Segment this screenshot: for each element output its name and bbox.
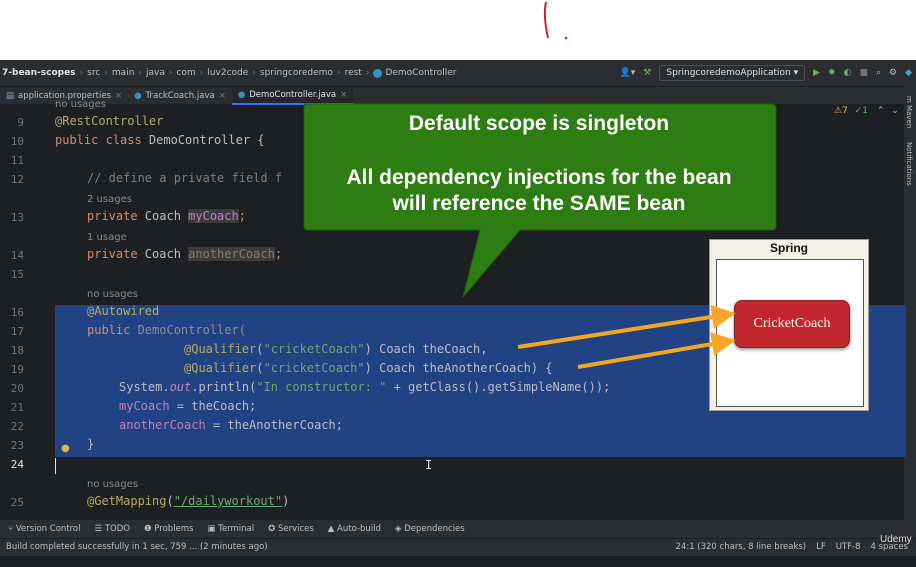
auto-build-tool[interactable]: ▲ Auto-build xyxy=(328,524,381,534)
tool-label: Terminal xyxy=(218,524,255,534)
tool-label: TODO xyxy=(104,524,130,534)
arrow-layer xyxy=(517,304,736,369)
tool-label: Dependencies xyxy=(404,524,465,534)
problems-tool[interactable]: ❶ Problems xyxy=(144,524,194,534)
status-bar: Build completed successfully in 1 sec, 7… xyxy=(0,538,916,556)
line-separator[interactable]: LF xyxy=(816,542,826,552)
dependencies-tool[interactable]: ◈ Dependencies xyxy=(395,524,465,534)
cursor-position[interactable]: 24:1 (320 chars, 8 line breaks) xyxy=(676,542,807,552)
udemy-watermark: Udemy xyxy=(880,534,912,545)
terminal-tool[interactable]: ▣ Terminal xyxy=(207,524,254,534)
version-control-tool[interactable]: ⑂ Version Control xyxy=(8,524,81,534)
tool-label: Version Control xyxy=(15,524,81,534)
tool-label: Services xyxy=(277,524,314,534)
tool-label: Problems xyxy=(154,524,194,534)
tool-label: Auto-build xyxy=(337,524,381,534)
services-tool[interactable]: ✪ Services xyxy=(268,524,314,534)
arrow-thecoach xyxy=(517,304,736,349)
todo-tool[interactable]: ☰ TODO xyxy=(95,524,130,534)
tool-window-bar: ⑂ Version Control ☰ TODO ❶ Problems ▣ Te… xyxy=(0,520,916,538)
arrow-theanothercoach xyxy=(577,332,736,369)
file-encoding[interactable]: UTF-8 xyxy=(836,542,861,552)
status-message[interactable]: Build completed successfully in 1 sec, 7… xyxy=(6,542,268,552)
